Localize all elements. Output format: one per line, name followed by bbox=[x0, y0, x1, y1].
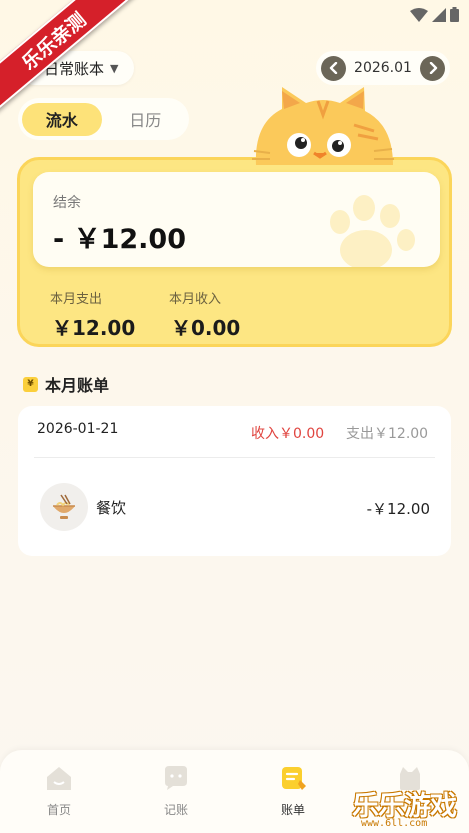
bill-item-category: 餐饮 bbox=[96, 499, 127, 517]
month-income-label: 本月收入 bbox=[169, 292, 222, 307]
month-label: 2026.01 bbox=[354, 60, 412, 76]
month-selector: 2026.01 bbox=[316, 51, 450, 85]
cat-mascot-illustration bbox=[252, 87, 394, 165]
chat-icon bbox=[165, 766, 187, 790]
noodle-bowl-icon bbox=[40, 483, 88, 531]
signal-icon bbox=[432, 7, 446, 22]
wifi-icon bbox=[410, 7, 428, 22]
yen-badge-icon: ¥ bbox=[23, 376, 38, 392]
month-expense-label: 本月支出 bbox=[50, 292, 103, 307]
month-income-value: ￥0.00 bbox=[171, 316, 241, 340]
bill-day-income: 收入￥0.00 bbox=[251, 426, 325, 442]
status-icons bbox=[410, 7, 459, 22]
next-month-button[interactable] bbox=[420, 55, 445, 81]
tab-flow[interactable]: 流水 bbox=[22, 102, 102, 136]
nav-record[interactable]: 记账 bbox=[146, 764, 206, 818]
caret-down-icon: ▼ bbox=[110, 61, 119, 75]
nav-bills-label: 账单 bbox=[280, 803, 305, 817]
battery-icon bbox=[450, 7, 459, 22]
divider bbox=[34, 457, 435, 458]
balance-card: 结余 - ￥12.00 bbox=[33, 172, 440, 267]
bill-day-card: 2026-01-21 收入￥0.00 支出￥12.00 餐饮 -￥12.00 bbox=[18, 406, 451, 556]
tab-calendar[interactable]: 日历 bbox=[106, 103, 186, 136]
nav-home-label: 首页 bbox=[46, 803, 71, 817]
paw-print-icon bbox=[330, 195, 415, 267]
chevron-left-icon bbox=[329, 62, 337, 74]
bill-date: 2026-01-21 bbox=[37, 421, 119, 437]
balance-value: - ￥12.00 bbox=[53, 224, 187, 255]
balance-label: 结余 bbox=[53, 195, 81, 211]
chevron-right-icon bbox=[429, 62, 437, 74]
watermark-url: www.6ll.com bbox=[361, 818, 428, 829]
nav-home[interactable]: 首页 bbox=[29, 764, 89, 818]
bill-item-amount: -￥12.00 bbox=[366, 500, 430, 518]
nav-bills[interactable]: 账单 bbox=[263, 764, 323, 818]
section-title-text: 本月账单 bbox=[45, 376, 110, 395]
prev-month-button[interactable] bbox=[321, 55, 346, 81]
nav-record-label: 记账 bbox=[163, 803, 188, 817]
home-icon bbox=[47, 767, 71, 790]
month-expense-value: ￥12.00 bbox=[52, 316, 136, 340]
section-title: ¥ 本月账单 bbox=[23, 372, 109, 396]
bill-icon bbox=[282, 767, 306, 790]
bill-day-expense: 支出￥12.00 bbox=[346, 426, 429, 442]
summary-card: 结余 - ￥12.00 本月支出 ￥12.00 本月收入 ￥0.00 bbox=[17, 157, 452, 347]
view-tabs: 流水 日历 bbox=[18, 98, 189, 140]
watermark: 乐乐游戏 www.6ll.com bbox=[352, 784, 469, 833]
